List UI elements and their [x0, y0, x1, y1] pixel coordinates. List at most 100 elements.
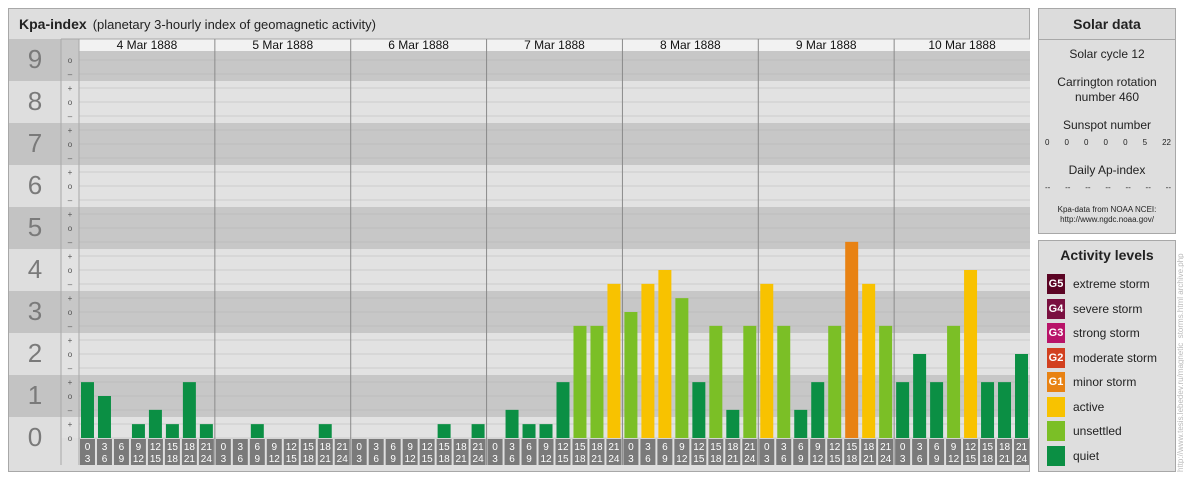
interval-start-label: 9	[679, 442, 685, 453]
kp-bar	[794, 409, 808, 438]
interval-end-label: 15	[422, 454, 434, 465]
interval-end-label: 21	[727, 454, 739, 465]
kp-bar	[573, 325, 587, 438]
activity-level-label: strong storm	[1073, 326, 1140, 340]
interval-start-label: 15	[846, 442, 858, 453]
activity-level-swatch: G2	[1047, 347, 1065, 368]
kp-bar	[777, 325, 791, 438]
interval-start-label: 3	[509, 442, 515, 453]
interval-start-label: 0	[356, 442, 362, 453]
source-link[interactable]: http://www.ngdc.noaa.gov/	[1039, 215, 1175, 225]
activity-level-swatch	[1047, 396, 1065, 417]
interval-start-label: 6	[390, 442, 396, 453]
interval-start-label: 6	[798, 442, 804, 453]
sunspot-value: 0	[1045, 138, 1050, 147]
kp-bar	[471, 424, 485, 438]
kp-bar	[896, 382, 910, 438]
y-minor-tick-label: o	[68, 224, 73, 233]
y-minor-tick-label: –	[68, 238, 73, 247]
interval-start-label: 3	[238, 442, 244, 453]
activity-level-label: quiet	[1073, 448, 1100, 463]
interval-start-label: 15	[574, 442, 586, 453]
interval-end-label: 21	[320, 454, 332, 465]
solar-data-title: Solar data	[1039, 9, 1175, 40]
ap-value: --	[1165, 183, 1171, 192]
interval-end-label: 24	[473, 454, 485, 465]
interval-start-label: 9	[543, 442, 549, 453]
kp-chart: 0123456789o+–o+–o+–o+–o+–o+–o+–o+–o+–o4 …	[9, 38, 1030, 465]
activity-level-item: active	[1047, 396, 1104, 417]
y-minor-tick-label: –	[68, 280, 73, 289]
interval-end-label: 6	[645, 454, 651, 465]
y-minor-tick-label: o	[68, 182, 73, 191]
y-minor-tick-label: –	[68, 154, 73, 163]
interval-start-label: 12	[829, 442, 841, 453]
y-minor-tick-label: +	[68, 84, 73, 93]
interval-end-label: 3	[85, 454, 91, 465]
interval-start-label: 21	[1016, 442, 1028, 453]
sunspot-value: 0	[1084, 138, 1089, 147]
interval-start-label: 21	[744, 442, 756, 453]
y-minor-tick-label: o	[68, 392, 73, 401]
interval-end-label: 9	[662, 454, 668, 465]
interval-start-label: 6	[119, 442, 125, 453]
interval-end-label: 18	[303, 454, 315, 465]
y-minor-tick-label: –	[68, 70, 73, 79]
interval-end-label: 21	[999, 454, 1011, 465]
interval-end-label: 6	[509, 454, 515, 465]
interval-end-label: 15	[829, 454, 841, 465]
interval-start-label: 3	[917, 442, 923, 453]
interval-end-label: 24	[880, 454, 892, 465]
interval-end-label: 9	[798, 454, 804, 465]
kp-bar	[845, 241, 859, 438]
interval-start-label: 3	[781, 442, 787, 453]
chart-title: Kpa-index	[19, 16, 87, 32]
kp-bar	[947, 325, 961, 438]
interval-end-label: 9	[119, 454, 125, 465]
interval-start-label: 18	[999, 442, 1011, 453]
kp-bar	[556, 382, 570, 438]
interval-start-label: 0	[85, 442, 91, 453]
y-minor-tick-label: –	[68, 196, 73, 205]
interval-end-label: 3	[221, 454, 227, 465]
interval-start-label: 0	[221, 442, 227, 453]
kp-bar	[862, 283, 876, 438]
interval-end-label: 24	[744, 454, 756, 465]
kp-bar	[760, 283, 774, 438]
interval-start-label: 3	[102, 442, 108, 453]
interval-end-label: 9	[390, 454, 396, 465]
interval-end-label: 3	[764, 454, 770, 465]
kp-bar	[726, 409, 740, 438]
activity-level-swatch: G5	[1047, 274, 1065, 294]
sunspot-value: 0	[1103, 138, 1108, 147]
kp-bar	[811, 382, 825, 438]
kp-bar	[505, 409, 519, 438]
sunspot-values: 0 0 0 0 0 5 22	[1045, 138, 1171, 147]
interval-start-label: 21	[201, 442, 213, 453]
kp-bar	[522, 424, 536, 438]
kp-bar	[828, 325, 842, 438]
ap-index-values: -- -- -- -- -- -- --	[1045, 183, 1171, 192]
ap-value: --	[1125, 183, 1131, 192]
interval-start-label: 0	[492, 442, 498, 453]
kp-bar	[743, 325, 757, 438]
interval-end-label: 15	[693, 454, 705, 465]
kp-bar	[250, 424, 264, 438]
interval-start-label: 12	[557, 442, 569, 453]
activity-level-label: extreme storm	[1073, 277, 1150, 291]
activity-level-swatch	[1047, 421, 1065, 441]
kp-bar	[709, 325, 723, 438]
y-major-tick-label: 9	[28, 44, 42, 74]
y-major-tick-label: 4	[28, 254, 42, 284]
y-minor-tick-label: –	[68, 364, 73, 373]
interval-end-label: 18	[710, 454, 722, 465]
ap-value: --	[1105, 183, 1111, 192]
y-minor-tick-label: +	[68, 294, 73, 303]
chart-subtitle: (planetary 3-hourly index of geomagnetic…	[92, 17, 376, 32]
interval-end-label: 15	[557, 454, 569, 465]
y-major-tick-label: 6	[28, 170, 42, 200]
interval-end-label: 21	[184, 454, 196, 465]
solar-cycle: Solar cycle 12	[1069, 47, 1145, 61]
sunspot-value: 5	[1142, 138, 1148, 147]
activity-level-label: moderate storm	[1073, 350, 1158, 365]
